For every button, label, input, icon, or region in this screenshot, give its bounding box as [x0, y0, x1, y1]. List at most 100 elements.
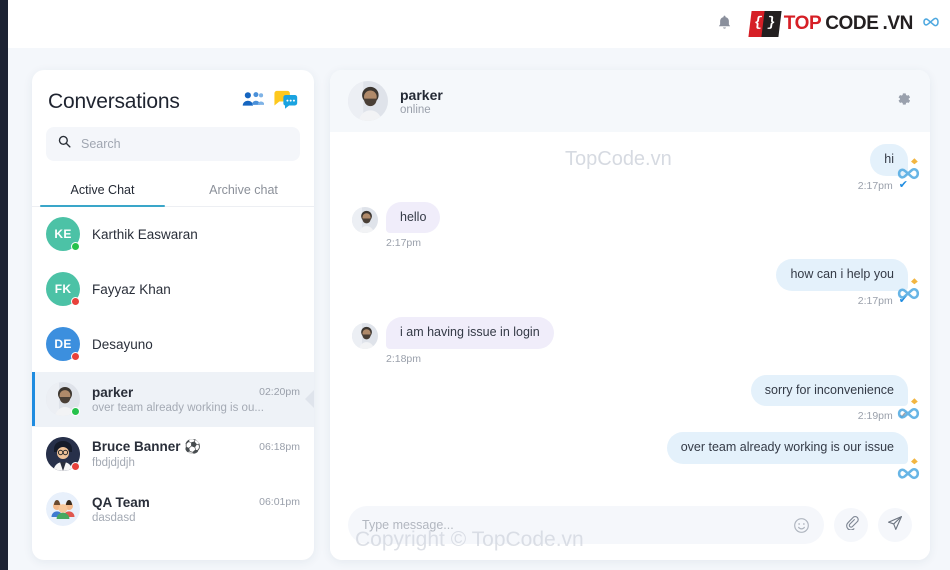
brand-text-top: TOP	[783, 13, 822, 34]
conversation-tabs: Active Chat Archive chat	[32, 175, 314, 207]
avatar	[46, 382, 80, 416]
message-composer	[330, 494, 930, 560]
message-incoming: hello 2:17pm	[352, 201, 908, 250]
message-list: hi 2:17pm ✔ hello 2:17pm how can i help …	[330, 132, 930, 494]
message-time: 2:17pm	[857, 294, 893, 307]
list-item-body: Bruce Banner ⚽ 06:18pm fbdjdjdjh	[92, 439, 300, 469]
message-bubble: hi	[870, 144, 908, 176]
page-title: Conversations	[48, 89, 180, 113]
contact-name: Karthik Easwaran	[92, 226, 198, 242]
infinity-icon	[918, 15, 940, 34]
chat-contact-name: parker	[400, 86, 443, 103]
contact-list: KE Karthik Easwaran FK Fayyaz Khan DE De…	[32, 207, 314, 559]
top-header-bar: { } TOP CODE .VN	[8, 0, 950, 48]
attach-button[interactable]	[834, 508, 868, 542]
status-dot-offline	[71, 297, 80, 306]
message-outgoing: over team already working is our issue	[352, 432, 908, 464]
list-item-body: Karthik Easwaran	[92, 227, 300, 242]
message-outgoing: hi 2:17pm ✔	[352, 144, 908, 192]
tab-archive-chat[interactable]: Archive chat	[173, 175, 314, 206]
brace-left-glyph: {	[752, 15, 764, 31]
list-item-body: Fayyaz Khan	[92, 282, 300, 297]
avatar-group-icon	[46, 492, 80, 526]
avatar-initials: KE	[54, 227, 72, 241]
conversations-header: Conversations	[32, 70, 314, 123]
search-input[interactable]	[81, 137, 288, 151]
message-bubble: hello	[386, 201, 441, 234]
list-item[interactable]: DE Desayuno	[32, 317, 314, 372]
contact-name: Bruce Banner ⚽	[92, 439, 202, 454]
gear-icon[interactable]	[896, 91, 912, 112]
message-outgoing: how can i help you 2:17pm ✔	[352, 259, 908, 307]
status-dot-online	[71, 242, 80, 251]
message-avatar	[352, 207, 378, 234]
send-button[interactable]	[878, 508, 912, 542]
contact-time: 02:20pm	[259, 386, 300, 398]
paperclip-icon	[844, 515, 859, 535]
people-icon[interactable]	[242, 90, 265, 113]
emoji-icon[interactable]	[793, 517, 810, 534]
avatar: FK	[46, 272, 80, 306]
brand-text-code: CODE	[825, 13, 879, 34]
list-item[interactable]: KE Karthik Easwaran	[32, 207, 314, 262]
contact-time: 06:18pm	[259, 441, 300, 453]
avatar-initials: FK	[54, 282, 72, 296]
avatar-initials: DE	[54, 337, 72, 351]
sent-receipt-icon: ✔	[898, 409, 908, 422]
list-item-selected[interactable]: parker 02:20pm over team already working…	[32, 372, 314, 427]
message-bubble: sorry for inconvenience	[750, 374, 908, 407]
chats-icon[interactable]	[272, 88, 298, 115]
contact-preview: dasdasd	[92, 511, 136, 524]
page-stage: Conversations Search Active Chat Archive…	[8, 48, 950, 570]
brace-right-glyph: }	[765, 15, 777, 31]
list-item[interactable]: FK Fayyaz Khan	[32, 262, 314, 317]
status-dot-offline	[71, 462, 80, 471]
chat-header-info: parker online	[400, 87, 443, 116]
message-input[interactable]	[362, 518, 793, 532]
chat-header: parker online	[330, 70, 930, 132]
send-icon	[887, 515, 903, 536]
left-rail	[0, 0, 8, 570]
code-brackets-icon: { }	[748, 11, 782, 37]
contact-name: Fayyaz Khan	[92, 281, 171, 297]
avatar: KE	[46, 217, 80, 251]
contact-preview: over team already working is ou...	[92, 401, 264, 414]
contact-name: Desayuno	[92, 336, 153, 352]
message-input-wrapper[interactable]	[348, 506, 824, 544]
chat-contact-status: online	[400, 103, 431, 116]
conversations-panel: Conversations Search Active Chat Archive…	[32, 70, 314, 560]
message-bubble: how can i help you	[776, 259, 908, 291]
topcode-logo: { } TOP CODE .VN	[748, 11, 940, 37]
search-icon	[58, 135, 71, 153]
status-dot-offline	[71, 352, 80, 361]
contact-preview: fbdjdjdjh	[92, 457, 135, 469]
list-item[interactable]: Bruce Banner ⚽ 06:18pm fbdjdjdjh	[32, 427, 314, 482]
avatar	[46, 492, 80, 526]
avatar: DE	[46, 327, 80, 361]
conversations-header-actions	[242, 88, 298, 115]
message-outgoing: sorry for inconvenience 2:19pm ✔	[352, 374, 908, 422]
message-bubble: over team already working is our issue	[666, 432, 908, 464]
contact-time: 06:01pm	[259, 496, 300, 508]
read-receipt-icon: ✔	[898, 179, 908, 192]
chat-panel: parker online hi 2:17pm ✔ hello 2:17pm h…	[330, 70, 930, 560]
notification-bell-icon[interactable]	[717, 14, 732, 35]
message-bubble: i am having issue in login	[386, 316, 554, 349]
app-root: { } TOP CODE .VN Conversations Search Ac…	[0, 0, 950, 570]
avatar	[46, 437, 80, 471]
search-box[interactable]	[46, 127, 300, 161]
message-time: 2:17pm	[857, 179, 893, 192]
list-item-body: QA Team 06:01pm dasdasd	[92, 495, 300, 524]
search-section	[32, 123, 314, 161]
read-receipt-icon: ✔	[898, 294, 908, 307]
message-time: 2:17pm	[386, 237, 422, 250]
message-incoming: i am having issue in login 2:18pm	[352, 316, 908, 365]
tab-active-chat[interactable]: Active Chat	[32, 175, 173, 207]
status-dot-online	[71, 407, 80, 416]
list-item[interactable]: QA Team 06:01pm dasdasd	[32, 482, 314, 537]
list-item-body: Desayuno	[92, 337, 300, 352]
message-avatar	[352, 322, 378, 349]
list-item-body: parker 02:20pm over team already working…	[92, 385, 300, 414]
brand-text-vn: .VN	[882, 13, 914, 34]
message-time: 2:18pm	[386, 352, 422, 365]
